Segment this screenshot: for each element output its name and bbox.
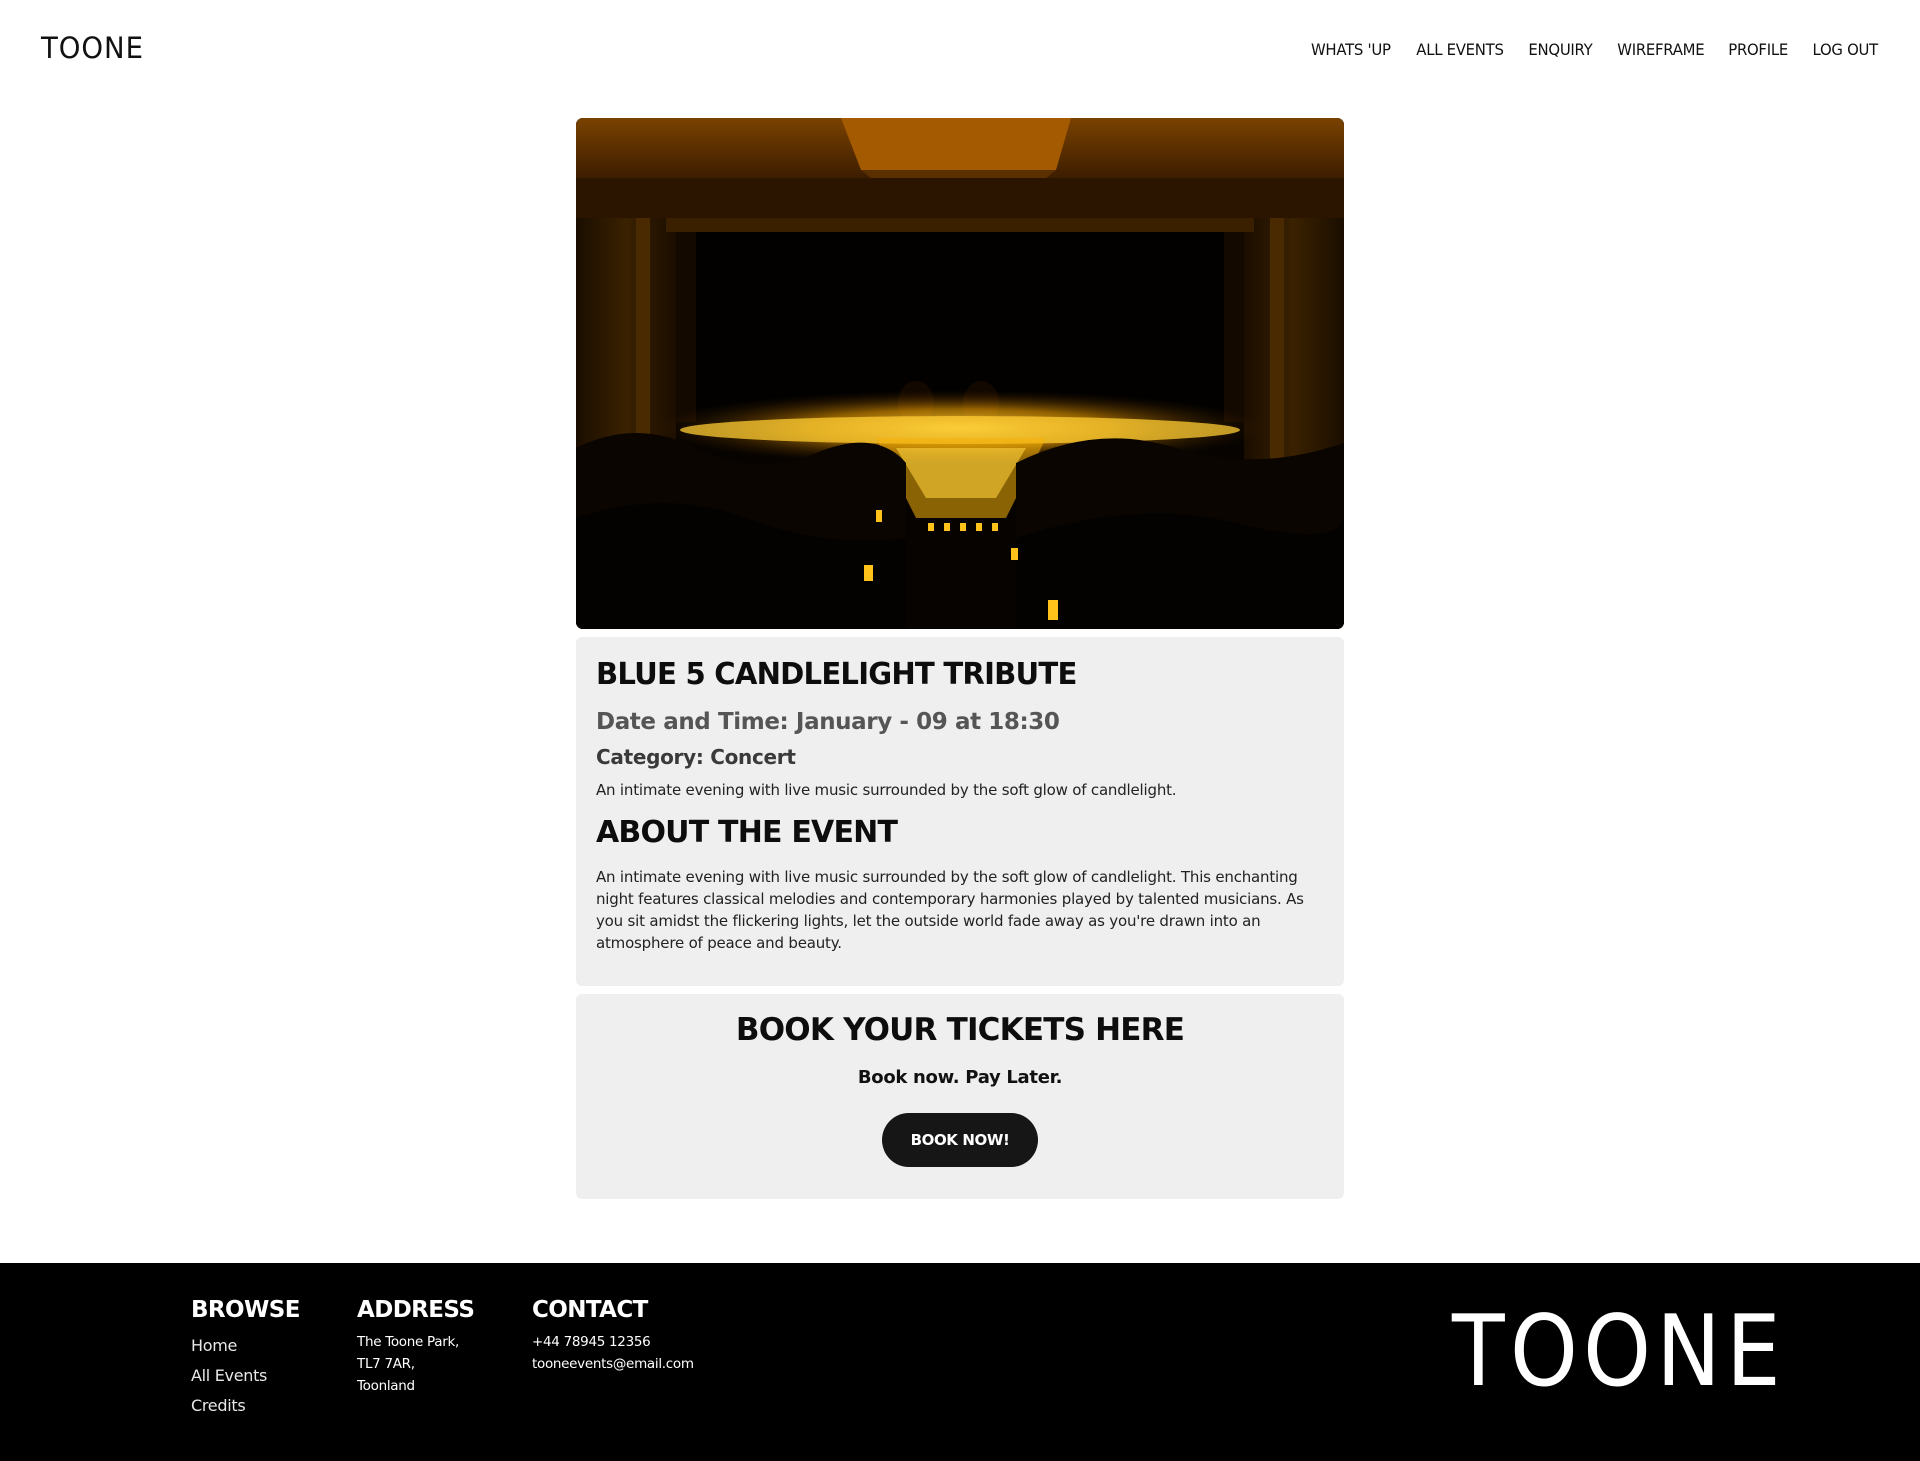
footer-link-all-events[interactable]: All Events <box>191 1366 300 1385</box>
booking-panel: BOOK YOUR TICKETS HERE Book now. Pay Lat… <box>576 994 1344 1199</box>
address-line: TL7 7AR, <box>357 1356 415 1372</box>
nav-enquiry[interactable]: ENQUIRY <box>1528 40 1592 59</box>
book-now-button[interactable]: BOOK NOW! <box>882 1113 1038 1167</box>
event-title: BLUE 5 CANDLELIGHT TRIBUTE <box>596 657 1077 692</box>
event-category: Category: Concert <box>596 745 796 769</box>
nav-profile[interactable]: PROFILE <box>1729 40 1789 59</box>
footer-link-home[interactable]: Home <box>191 1336 300 1355</box>
address-line: The Toone Park, <box>357 1334 459 1350</box>
address-line: Toonland <box>357 1378 415 1394</box>
footer-contact-heading: CONTACT <box>532 1297 648 1323</box>
footer-address-heading: ADDRESS <box>357 1297 475 1323</box>
event-datetime: Date and Time: January - 09 at 18:30 <box>596 709 1060 735</box>
site-header: TOONE WHATS 'UP ALL EVENTS ENQUIRY WIREF… <box>0 0 1920 100</box>
nav-all-events[interactable]: ALL EVENTS <box>1416 40 1504 59</box>
footer-address: ADDRESS The Toone Park, TL7 7AR, Toonlan… <box>357 1297 475 1397</box>
contact-phone[interactable]: +44 78945 12356 <box>532 1331 694 1353</box>
nav-wireframe[interactable]: WIREFRAME <box>1617 40 1704 59</box>
booking-title: BOOK YOUR TICKETS HERE <box>735 1012 1185 1048</box>
event-details-panel: BLUE 5 CANDLELIGHT TRIBUTE Date and Time… <box>576 637 1344 986</box>
footer-browse: BROWSE Home All Events Credits <box>191 1297 300 1415</box>
main-nav: WHATS 'UP ALL EVENTS ENQUIRY WIREFRAME P… <box>1308 40 1880 59</box>
site-logo[interactable]: TOONE <box>41 31 144 65</box>
footer-contact: CONTACT +44 78945 12356 tooneevents@emai… <box>532 1297 694 1375</box>
candlelight-concert-photo <box>576 118 1344 629</box>
contact-email[interactable]: tooneevents@email.com <box>532 1353 694 1375</box>
footer-logo: TOONE <box>1452 1295 1786 1409</box>
nav-whats-up[interactable]: WHATS 'UP <box>1311 40 1391 59</box>
footer-browse-heading: BROWSE <box>191 1297 300 1323</box>
footer-link-credits[interactable]: Credits <box>191 1396 300 1415</box>
about-event-heading: ABOUT THE EVENT <box>596 815 898 850</box>
booking-subtitle: Book now. Pay Later. <box>857 1067 1063 1088</box>
nav-log-out[interactable]: LOG OUT <box>1812 40 1878 59</box>
about-event-body: An intimate evening with live music surr… <box>596 868 1304 952</box>
site-footer: BROWSE Home All Events Credits ADDRESS T… <box>0 1263 1920 1461</box>
event-hero-image <box>576 118 1344 629</box>
event-summary: An intimate evening with live music surr… <box>596 781 1177 799</box>
